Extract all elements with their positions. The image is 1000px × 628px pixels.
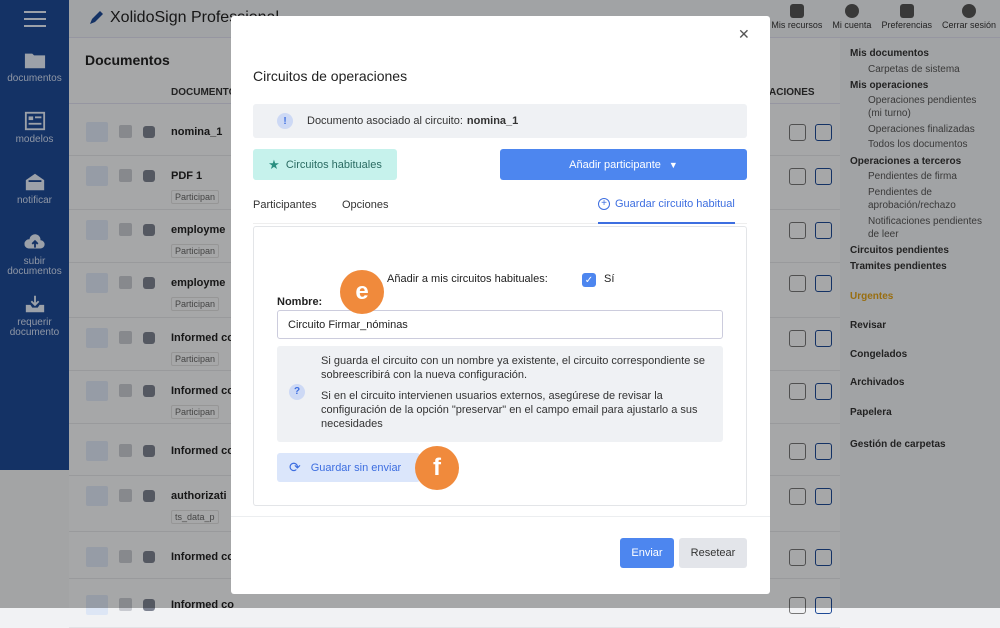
circuit-name-input[interactable]: [277, 310, 723, 339]
tab-options[interactable]: Opciones: [342, 199, 388, 211]
refresh-icon: ⟳: [289, 459, 301, 475]
reset-button[interactable]: Resetear: [679, 538, 747, 568]
info-doc-name: nomina_1: [466, 115, 519, 127]
info-text: Documento asociado al circuito:: [307, 115, 463, 127]
info-icon: !: [277, 113, 293, 129]
close-icon[interactable]: ✕: [738, 26, 750, 43]
add-habitual-checkbox[interactable]: ✓: [582, 273, 596, 287]
help-text-1: Si guarda el circuito con un nombre ya e…: [321, 355, 705, 381]
modal-footer-divider: [231, 516, 770, 517]
marker-f: f: [415, 446, 459, 490]
help-text-2: Si en el circuito intervienen usuarios e…: [321, 390, 698, 430]
plus-circle-icon: +: [598, 198, 610, 210]
send-button[interactable]: Enviar: [620, 538, 674, 568]
info-bar: ! Documento asociado al circuito: nomina…: [253, 104, 747, 138]
help-box: ? Si guarda el circuito con un nombre ya…: [277, 346, 723, 442]
tab-save-habitual[interactable]: + Guardar circuito habitual: [598, 198, 735, 224]
add-habitual-value: Sí: [604, 273, 615, 285]
circuit-modal: ✕ Circuitos de operaciones ! Documento a…: [231, 16, 770, 594]
question-icon: ?: [289, 384, 305, 400]
add-habitual-label: Añadir a mis circuitos habituales:: [387, 273, 548, 285]
modal-tabs: Participantes Opciones + Guardar circuit…: [253, 192, 747, 224]
marker-e: e: [340, 270, 384, 314]
save-without-send-button[interactable]: ⟳ Guardar sin enviar: [277, 453, 420, 482]
chevron-down-icon: ▼: [668, 159, 678, 170]
habitual-circuits-button[interactable]: ★ Circuitos habituales: [253, 149, 397, 180]
check-icon: ✓: [584, 274, 594, 286]
modal-title: Circuitos de operaciones: [253, 68, 408, 84]
name-label: Nombre:: [277, 296, 323, 308]
add-participant-button[interactable]: Añadir participante ▼: [500, 149, 747, 180]
tab-participants[interactable]: Participantes: [253, 199, 317, 211]
star-icon: ★: [268, 156, 280, 172]
save-habitual-panel: Añadir a mis circuitos habituales: ✓ Sí …: [253, 226, 747, 506]
